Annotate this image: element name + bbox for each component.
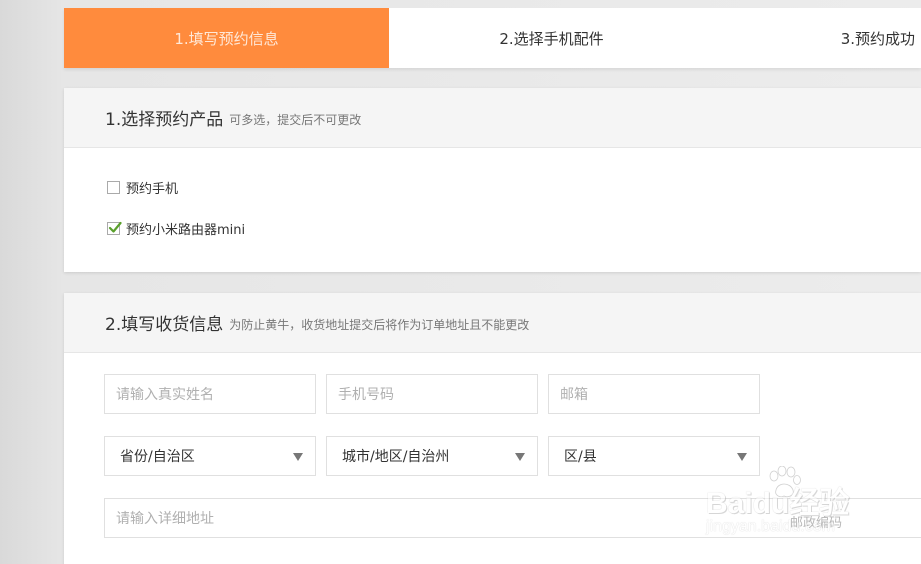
watermark-brand: Baidu经验 <box>706 487 850 520</box>
section-title: 2.填写收货信息 <box>105 315 224 335</box>
dropdown-arrow-icon <box>737 453 747 461</box>
checkmark-icon <box>108 221 122 233</box>
checkbox-unchecked[interactable] <box>107 181 120 194</box>
province-value: 省份/自治区 <box>120 449 195 465</box>
city-value: 城市/地区/自治州 <box>342 449 450 465</box>
page: 1.填写预约信息 2.选择手机配件 3.预约成功 1.选择预约产品 可多选，提交… <box>0 0 921 564</box>
district-value: 区/县 <box>564 449 597 465</box>
option-label: 预约手机 <box>126 182 179 197</box>
checkbox-checked[interactable] <box>107 221 122 235</box>
step-progress-bar: 1.填写预约信息 2.选择手机配件 3.预约成功 <box>64 8 921 68</box>
step-2-choose-accessories[interactable]: 2.选择手机配件 <box>389 8 714 68</box>
step-3-success[interactable]: 3.预约成功 <box>714 8 921 68</box>
section-title: 1.选择预约产品 <box>105 110 224 130</box>
phone-input[interactable]: 手机号码 <box>326 374 538 414</box>
option-reserve-phone[interactable]: 预约手机 <box>107 178 178 197</box>
section-hint: 可多选，提交后不可更改 <box>229 112 362 127</box>
section-hint: 为防止黄牛，收货地址提交后将作为订单地址且不能更改 <box>229 317 530 332</box>
product-selection-card: 1.选择预约产品 可多选，提交后不可更改 预约手机 预约小米路由器mini <box>64 88 921 272</box>
option-reserve-router-mini[interactable]: 预约小米路由器mini <box>107 219 245 238</box>
baidu-jingyan-watermark: Baidu经验 jingyan.baidu.com <box>706 466 906 546</box>
province-select[interactable]: 省份/自治区 <box>104 436 316 476</box>
step-1-fill-info[interactable]: 1.填写预约信息 <box>64 8 389 68</box>
name-input[interactable]: 请输入真实姓名 <box>104 374 316 414</box>
dropdown-arrow-icon <box>293 453 303 461</box>
city-select[interactable]: 城市/地区/自治州 <box>326 436 538 476</box>
option-label: 预约小米路由器mini <box>126 223 246 238</box>
product-selection-header: 1.选择预约产品 可多选，提交后不可更改 <box>64 88 921 148</box>
email-input[interactable]: 邮箱 <box>548 374 760 414</box>
watermark-url: jingyan.baidu.com <box>706 518 835 535</box>
dropdown-arrow-icon <box>515 453 525 461</box>
shipping-info-header: 2.填写收货信息 为防止黄牛，收货地址提交后将作为订单地址且不能更改 <box>64 293 921 353</box>
